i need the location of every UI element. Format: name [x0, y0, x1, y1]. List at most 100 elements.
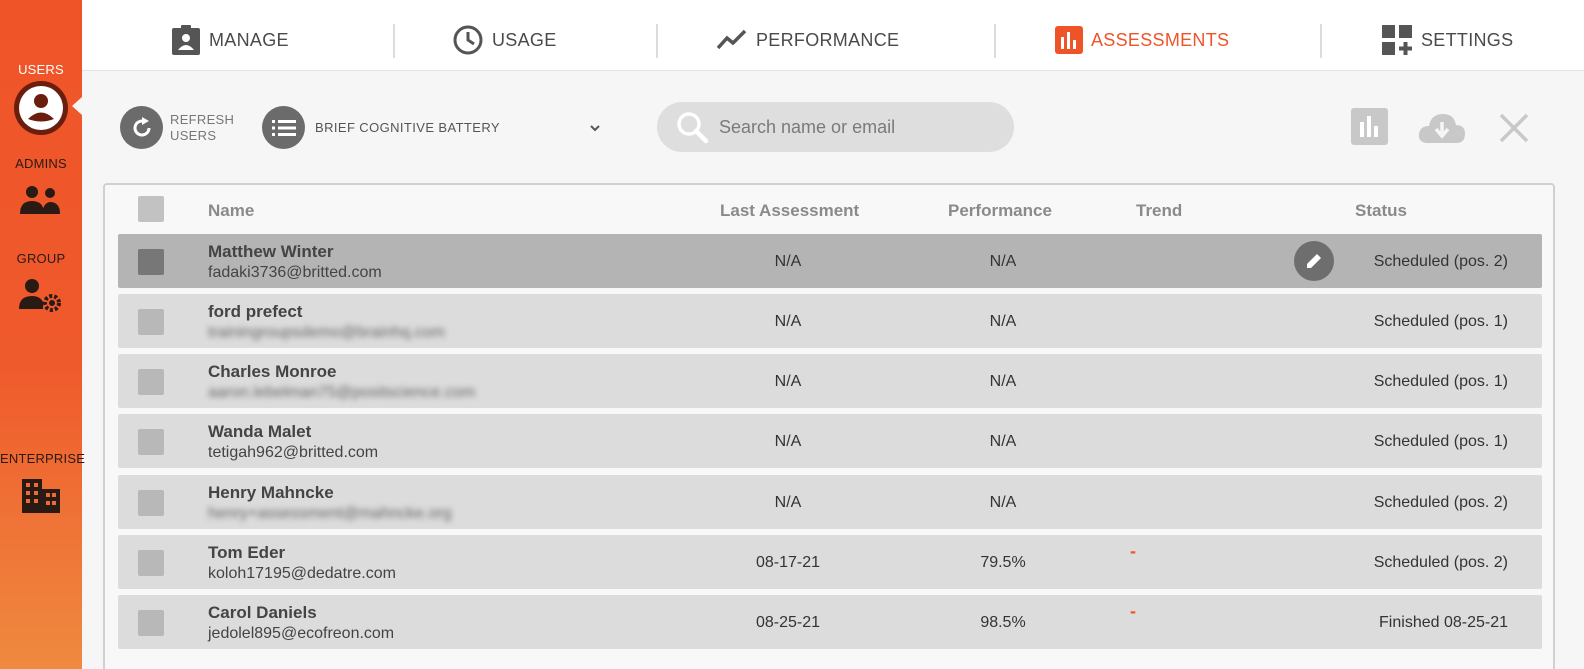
close-icon	[1499, 113, 1529, 143]
clipboard-badge-icon	[172, 25, 200, 55]
row-performance: 79.5%	[980, 554, 1026, 571]
row-last-assessment: N/A	[774, 373, 802, 390]
row-status: Finished 08-25-21	[1379, 614, 1508, 631]
refresh-icon	[120, 106, 163, 149]
row-email: jedolel895@ecofreon.com	[208, 625, 395, 642]
tab-settings[interactable]: SETTINGS	[1381, 22, 1513, 58]
close-button[interactable]	[1498, 112, 1530, 149]
building-icon	[22, 479, 60, 513]
row-checkbox[interactable]	[138, 369, 164, 395]
battery-select[interactable]: BRIEF COGNITIVE BATTERY	[262, 106, 602, 149]
tab-settings-label: SETTINGS	[1421, 29, 1514, 50]
chart-report-button[interactable]	[1351, 108, 1388, 150]
bar-chart-icon	[1351, 108, 1388, 145]
grid-plus-icon	[1382, 25, 1412, 55]
sidebar-label-group: GROUP	[16, 251, 66, 266]
tab-assessments[interactable]: ASSESSMENTS	[1055, 22, 1229, 58]
row-name: Henry Mahncke	[208, 483, 334, 502]
row-last-assessment: N/A	[774, 494, 802, 511]
table-row[interactable]: Henry Mahncke henry+assessment@mahncke.o…	[118, 475, 1542, 529]
people-icon	[20, 186, 60, 214]
row-checkbox[interactable]	[138, 610, 164, 636]
row-last-assessment: N/A	[774, 433, 802, 450]
header-last-assessment[interactable]: Last Assessment	[720, 201, 859, 221]
row-status: Scheduled (pos. 2)	[1373, 554, 1508, 571]
refresh-users-button[interactable]: REFRESH USERS	[120, 106, 240, 149]
row-checkbox[interactable]	[138, 249, 164, 275]
row-last-assessment: 08-17-21	[755, 554, 821, 571]
row-status: Scheduled (pos. 2)	[1373, 494, 1508, 511]
row-email: aaron.lebelman75@positscience.com	[208, 384, 476, 401]
sidebar: USERS ADMINS GROUP ENTERPRISE	[0, 0, 85, 669]
sidebar-label-admins: ADMINS	[15, 156, 67, 171]
sidebar-item-users[interactable]: USERS	[0, 62, 82, 77]
row-last-assessment: N/A	[774, 313, 802, 330]
row-performance: N/A	[989, 433, 1017, 450]
row-trend: -	[1130, 601, 1136, 621]
row-performance: 98.5%	[980, 614, 1026, 631]
header-trend[interactable]: Trend	[1136, 201, 1182, 221]
chevron-down-icon	[590, 124, 600, 131]
row-performance: N/A	[989, 494, 1017, 511]
refresh-users-label: REFRESH USERS	[170, 111, 235, 143]
download-button[interactable]	[1418, 111, 1466, 150]
sidebar-item-group[interactable]: GROUP	[0, 251, 82, 312]
top-nav: MANAGE USAGE PERFORMANCE ASSESSMENTS SET…	[82, 0, 1584, 71]
header-performance[interactable]: Performance	[948, 201, 1052, 221]
row-email: fadaki3736@britted.com	[208, 264, 382, 281]
nav-divider	[1320, 24, 1322, 58]
tab-performance[interactable]: PERFORMANCE	[716, 22, 899, 58]
row-performance: N/A	[989, 313, 1017, 330]
user-circle-icon[interactable]	[14, 81, 68, 135]
table-row[interactable]: Wanda Malet tetigah962@britted.com N/A N…	[118, 414, 1542, 468]
row-checkbox[interactable]	[138, 550, 164, 576]
row-checkbox[interactable]	[138, 490, 164, 516]
bar-chart-icon	[1055, 26, 1083, 54]
select-all-checkbox[interactable]	[138, 196, 164, 222]
users-table: Name Last Assessment Performance Trend S…	[103, 183, 1555, 669]
tab-usage-label: USAGE	[492, 29, 557, 50]
row-last-assessment: N/A	[774, 253, 802, 270]
active-indicator	[72, 97, 82, 115]
row-performance: N/A	[989, 253, 1017, 270]
table-row[interactable]: ford prefect trainingroupsdemo@brainhq.c…	[118, 294, 1542, 348]
row-status: Scheduled (pos. 1)	[1373, 433, 1508, 450]
header-status[interactable]: Status	[1355, 201, 1407, 221]
list-icon	[262, 106, 305, 149]
nav-divider	[656, 24, 658, 58]
sidebar-item-admins[interactable]: ADMINS	[0, 156, 82, 214]
sidebar-item-enterprise[interactable]: ENTERPRISE	[0, 451, 85, 513]
row-email: tetigah962@britted.com	[208, 444, 379, 461]
row-status: Scheduled (pos. 1)	[1373, 373, 1508, 390]
sidebar-label-users: USERS	[18, 62, 64, 77]
table-row[interactable]: Charles Monroe aaron.lebelman75@positsci…	[118, 354, 1542, 408]
header-name[interactable]: Name	[208, 201, 254, 221]
search-icon	[677, 112, 709, 144]
row-email: henry+assessment@mahncke.org	[208, 505, 452, 522]
trend-line-icon	[716, 29, 747, 50]
row-name: Wanda Malet	[208, 422, 312, 441]
cloud-download-icon	[1418, 114, 1465, 143]
row-email: koloh17195@dedatre.com	[208, 565, 396, 582]
row-name: ford prefect	[208, 302, 303, 321]
table-row[interactable]: Matthew Winter fadaki3736@britted.com N/…	[118, 234, 1542, 288]
row-checkbox[interactable]	[138, 429, 164, 455]
tab-manage-label: MANAGE	[209, 29, 289, 50]
nav-divider	[393, 24, 395, 58]
row-last-assessment: 08-25-21	[755, 614, 821, 631]
row-checkbox[interactable]	[138, 309, 164, 335]
table-header: Name Last Assessment Performance Trend S…	[105, 185, 1553, 233]
search-input[interactable]	[719, 116, 999, 138]
battery-select-label: BRIEF COGNITIVE BATTERY	[315, 120, 500, 135]
row-trend: -	[1130, 541, 1136, 561]
tab-manage[interactable]: MANAGE	[171, 22, 289, 58]
table-row[interactable]: Tom Eder koloh17195@dedatre.com 08-17-21…	[118, 535, 1542, 589]
tab-performance-label: PERFORMANCE	[756, 29, 900, 50]
tab-usage[interactable]: USAGE	[452, 22, 557, 58]
nav-divider	[994, 24, 996, 58]
table-row[interactable]: Carol Daniels jedolel895@ecofreon.com 08…	[118, 595, 1542, 649]
row-status: Scheduled (pos. 2)	[1373, 253, 1508, 270]
clock-icon	[453, 25, 483, 55]
row-name: Carol Daniels	[208, 603, 317, 622]
group-settings-icon	[19, 279, 61, 312]
